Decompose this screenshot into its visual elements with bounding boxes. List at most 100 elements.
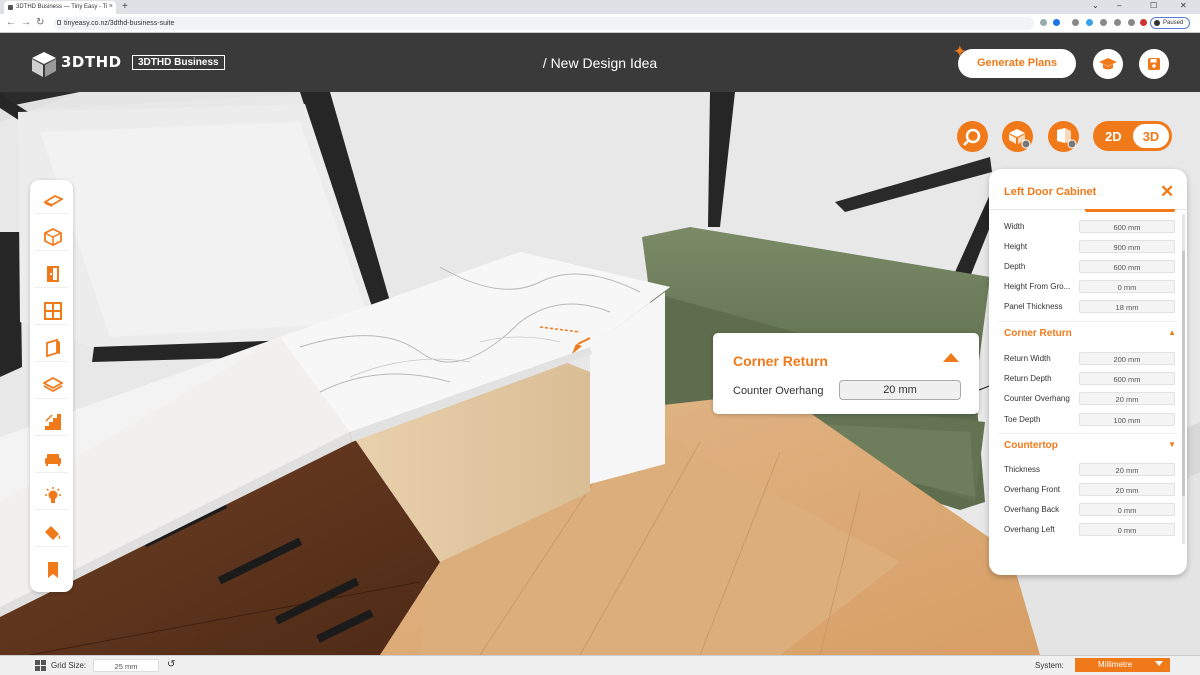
close-panel-button[interactable]: ✕	[1160, 182, 1174, 202]
save-button[interactable]	[1139, 49, 1169, 79]
prop-label: Height	[1004, 242, 1028, 251]
view-mode-toggle[interactable]: 2D 3D	[1093, 121, 1172, 151]
section-corner-return-header[interactable]: Corner Return ▲	[1004, 328, 1176, 342]
mode-3d-option[interactable]: 3D	[1133, 124, 1169, 148]
prop-value-field[interactable]: 0 mm	[1079, 280, 1175, 293]
side-view-button[interactable]	[1048, 121, 1079, 152]
app-header: 3DTHD 3DTHD Business / New Design Idea ✦…	[0, 33, 1200, 92]
paint-bucket-icon	[45, 526, 61, 540]
prop-value-field[interactable]: 900 mm	[1079, 240, 1175, 253]
sparkle-icon: ✦	[954, 43, 966, 59]
tool-windows[interactable]	[35, 295, 68, 325]
tab-search-chevron-icon[interactable]: ⌄	[1092, 1, 1099, 10]
floor-icon	[43, 194, 63, 207]
prop-row-depth: Depth 600 mm	[1004, 260, 1176, 274]
extension-icon[interactable]	[1100, 19, 1107, 26]
profile-paused-button[interactable]: Paused	[1150, 17, 1191, 29]
url-field[interactable]: tinyeasy.co.nz/3dthd-business-suite	[54, 17, 1034, 30]
prop-row-height-from-ground: Height From Gro... 0 mm	[1004, 280, 1176, 294]
prop-label: Counter Overhang	[1004, 394, 1070, 403]
address-bar-row: ← → ↻ tinyeasy.co.nz/3dthd-business-suit…	[0, 14, 1200, 33]
tool-doors[interactable]	[35, 258, 68, 288]
doors-icon	[47, 266, 59, 282]
minimize-button[interactable]: –	[1117, 1, 1121, 10]
close-tab-icon[interactable]: ×	[109, 3, 113, 10]
box-side-camera-icon	[1057, 128, 1077, 149]
prop-value-field[interactable]: 600 mm	[1079, 220, 1175, 233]
puzzle-icon[interactable]	[1128, 19, 1135, 26]
prop-row-counter-overhang: Counter Overhang 20 mm	[1004, 392, 1176, 406]
tool-bookmark[interactable]	[35, 554, 68, 584]
prop-value-field[interactable]: 20 mm	[1079, 463, 1175, 476]
prop-value-field[interactable]: 18 mm	[1079, 300, 1175, 313]
callout-value-field[interactable]: 20 mm	[839, 380, 961, 400]
extension-icon[interactable]	[1140, 19, 1147, 26]
share-icon[interactable]	[1040, 19, 1047, 26]
grid-size-input[interactable]: 25 mm	[93, 659, 159, 672]
bookmark-icon	[48, 562, 58, 578]
properties-panel: Left Door Cabinet ✕ Width 600 mm Height …	[989, 169, 1187, 575]
reload-button[interactable]: ↻	[36, 17, 44, 28]
mode-2d-option[interactable]: 2D	[1105, 129, 1122, 144]
tool-furniture[interactable]	[35, 443, 68, 473]
prop-label: Overhang Back	[1004, 505, 1060, 514]
prop-label: Depth	[1004, 262, 1026, 271]
prop-value-field[interactable]: 100 mm	[1079, 413, 1175, 426]
browser-tab-title: 3DTHD Business — Tiny Easy - Ti	[16, 4, 108, 10]
section-title: Countertop	[1004, 440, 1058, 451]
extension-icon[interactable]	[1114, 19, 1121, 26]
left-toolbar	[30, 180, 73, 592]
lightbulb-icon	[45, 487, 61, 503]
prop-row-height: Height 900 mm	[1004, 240, 1176, 254]
camera-focus-button[interactable]	[957, 121, 988, 152]
tool-roof[interactable]	[35, 369, 68, 399]
corner-return-callout: Corner Return Counter Overhang 20 mm	[713, 333, 979, 414]
extension-icon[interactable]	[1072, 19, 1079, 26]
prop-row-toe-depth: Toe Depth 100 mm	[1004, 413, 1176, 427]
tool-lighting[interactable]	[35, 480, 68, 510]
extension-icon[interactable]	[1086, 19, 1093, 26]
prop-value-field[interactable]: 20 mm	[1079, 483, 1175, 496]
tool-panels[interactable]	[35, 332, 68, 362]
tool-floor[interactable]	[35, 184, 68, 214]
back-button[interactable]: ←	[6, 17, 16, 28]
tool-paint[interactable]	[35, 517, 68, 547]
tutorials-button[interactable]	[1093, 49, 1123, 79]
prop-value-field[interactable]: 0 mm	[1079, 523, 1175, 536]
prop-value-field[interactable]: 200 mm	[1079, 352, 1175, 365]
section-countertop-header[interactable]: Countertop ▼	[1004, 440, 1176, 454]
chevron-down-icon	[1155, 661, 1163, 666]
browser-tab[interactable]: 3DTHD Business — Tiny Easy - Ti ×	[4, 1, 116, 14]
callout-collapse-icon[interactable]	[943, 353, 959, 362]
lock-icon	[57, 20, 61, 25]
reset-grid-icon[interactable]: ↺	[167, 659, 175, 670]
prop-label: Overhang Front	[1004, 485, 1061, 494]
bookmark-star-icon[interactable]	[1053, 19, 1060, 26]
prop-row-thickness: Thickness 20 mm	[1004, 463, 1176, 477]
panel-scrollbar[interactable]	[1182, 214, 1185, 544]
scrollbar-thumb[interactable]	[1182, 251, 1185, 496]
unit-system-select[interactable]: Millimetre	[1075, 658, 1170, 672]
prop-value-field[interactable]: 600 mm	[1079, 260, 1175, 273]
prop-value-field[interactable]: 600 mm	[1079, 372, 1175, 385]
prop-row-panel-thickness: Panel Thickness 18 mm	[1004, 300, 1176, 314]
prop-label: Return Width	[1004, 354, 1051, 363]
generate-plans-button[interactable]: ✦ Generate Plans	[954, 43, 1076, 78]
collapsed-section-strip	[1085, 209, 1175, 212]
roof-icon	[43, 376, 63, 392]
tool-walls[interactable]	[35, 221, 68, 251]
section-divider	[999, 433, 1177, 434]
forward-button[interactable]: →	[21, 17, 31, 28]
prop-label: Thickness	[1004, 465, 1041, 474]
top-view-button[interactable]	[1002, 121, 1033, 152]
prop-value-field[interactable]: 0 mm	[1079, 503, 1175, 516]
tool-stairs[interactable]	[35, 406, 68, 436]
prop-value-field[interactable]: 20 mm	[1079, 392, 1175, 405]
new-tab-button[interactable]: +	[122, 1, 128, 12]
section-title: Corner Return	[1004, 328, 1072, 339]
prop-label: Return Depth	[1004, 374, 1052, 383]
url-text: tinyeasy.co.nz/3dthd-business-suite	[64, 20, 175, 27]
callout-title: Corner Return	[733, 353, 828, 369]
maximize-button[interactable]: ☐	[1150, 1, 1157, 10]
window-close-button[interactable]: ✕	[1180, 1, 1187, 10]
